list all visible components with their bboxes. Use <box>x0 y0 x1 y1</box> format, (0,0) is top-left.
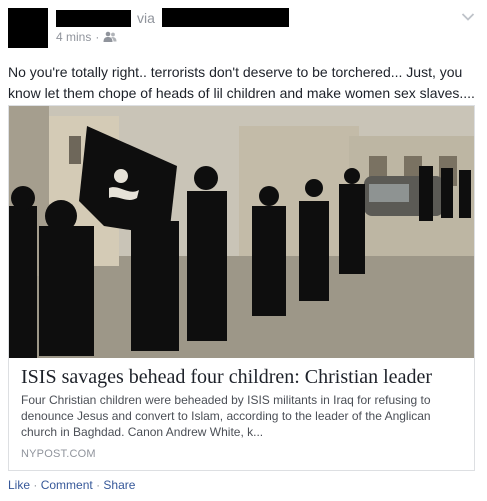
actions-separator: · <box>96 478 101 492</box>
article-photo[interactable] <box>9 106 474 358</box>
like-link[interactable]: Like <box>8 478 30 492</box>
post-timestamp[interactable]: 4 mins <box>56 30 91 44</box>
article-description: Four Christian children were beheaded by… <box>21 393 431 439</box>
meta-separator: · <box>95 30 100 44</box>
share-link[interactable]: Share <box>103 478 135 492</box>
article-source: NYPOST.COM <box>21 448 96 460</box>
via-label: via <box>137 10 155 26</box>
post-meta: 4 mins · <box>56 30 117 44</box>
actions-separator: · <box>33 478 38 492</box>
post-actions: Like · Comment · Share <box>8 478 135 492</box>
chevron-down-icon[interactable] <box>461 12 475 22</box>
page-name-redacted[interactable] <box>162 8 289 27</box>
friends-icon[interactable] <box>103 31 117 43</box>
post-status-text: No you're totally right.. terrorists don… <box>8 64 475 101</box>
article-title[interactable]: ISIS savages behead four children: Chris… <box>21 366 466 389</box>
link-preview-card[interactable]: ISIS savages behead four children: Chris… <box>8 105 475 471</box>
avatar[interactable] <box>8 8 48 48</box>
comment-link[interactable]: Comment <box>41 478 93 492</box>
author-name-redacted[interactable] <box>56 10 131 27</box>
